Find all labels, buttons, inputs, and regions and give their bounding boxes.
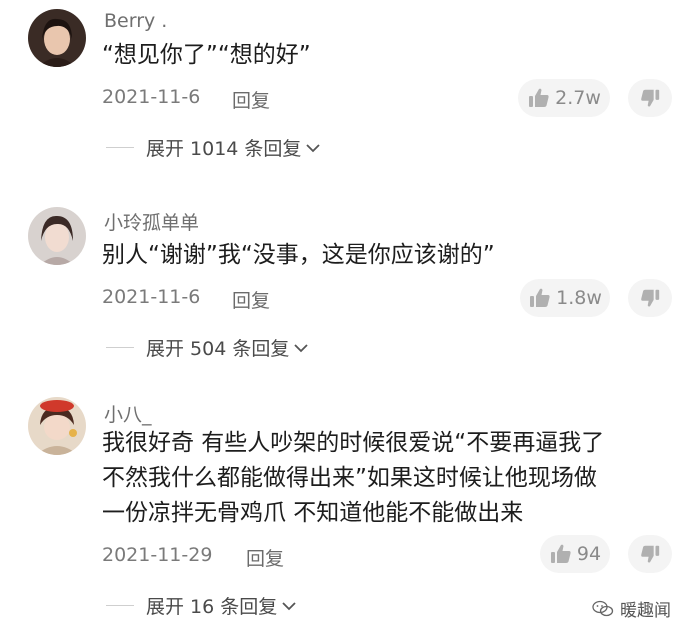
- expand-replies-label: 展开 16 条回复: [146, 596, 278, 618]
- thumbs-up-icon: [530, 288, 550, 307]
- avatar[interactable]: [28, 207, 86, 265]
- thumbs-down-icon: [641, 289, 660, 307]
- thumbs-down-icon: [641, 545, 660, 563]
- comment-date: 2021-11-6: [102, 286, 201, 308]
- dislike-button[interactable]: [628, 79, 672, 117]
- comment-text: 别人“谢谢”我“没事，这是你应该谢的”: [102, 238, 672, 273]
- expand-replies-button[interactable]: 展开 16 条回复: [106, 592, 297, 619]
- chevron-down-icon: [305, 137, 321, 159]
- chevron-down-icon: [293, 337, 309, 359]
- divider-line: [106, 605, 134, 606]
- username[interactable]: Berry .: [104, 10, 167, 32]
- expand-replies-button[interactable]: 展开 1014 条回复: [106, 134, 321, 161]
- avatar-image: [28, 397, 86, 455]
- thumbs-down-icon: [641, 89, 660, 107]
- chevron-down-icon: [281, 595, 297, 617]
- dislike-button[interactable]: [628, 535, 672, 573]
- avatar-image: [28, 207, 86, 265]
- like-count: 94: [576, 543, 602, 565]
- divider-line: [106, 347, 134, 348]
- wechat-icon: [592, 600, 614, 616]
- comment-line: 我很好奇 有些人吵架的时候很爱说“不要再逼我了: [102, 430, 605, 456]
- comment-text: “想见你了”“想的好”: [102, 38, 672, 73]
- comment-line: 不然我什么都能做得出来”如果这时候让他现场做: [102, 465, 597, 491]
- comment-date: 2021-11-6: [102, 86, 201, 108]
- avatar[interactable]: [28, 397, 86, 455]
- username[interactable]: 小八_: [104, 400, 152, 427]
- watermark: 暖趣闻: [592, 596, 671, 621]
- like-button[interactable]: 94: [540, 535, 610, 573]
- like-button[interactable]: 2.7w: [518, 79, 610, 117]
- comment-line: 别人“谢谢”我“没事，这是你应该谢的”: [102, 242, 495, 268]
- reply-button[interactable]: 回复: [232, 86, 270, 113]
- avatar-image: [28, 9, 86, 67]
- like-count: 1.8w: [556, 287, 602, 309]
- thumbs-up-icon: [550, 544, 571, 563]
- expand-replies-label: 展开 1014 条回复: [146, 138, 302, 160]
- comment-text: 我很好奇 有些人吵架的时候很爱说“不要再逼我了 不然我什么都能做得出来”如果这时…: [102, 426, 672, 531]
- username[interactable]: 小玲孤单单: [104, 208, 199, 235]
- divider-line: [106, 147, 134, 148]
- expand-replies-label: 展开 504 条回复: [146, 338, 290, 360]
- like-count: 2.7w: [555, 87, 601, 109]
- comment-line: 一份凉拌无骨鸡爪 不知道他能不能做出来: [102, 500, 524, 526]
- reply-button[interactable]: 回复: [246, 544, 284, 571]
- avatar[interactable]: [28, 9, 86, 67]
- watermark-text: 暖趣闻: [620, 601, 671, 621]
- dislike-button[interactable]: [628, 279, 672, 317]
- comment-date: 2021-11-29: [102, 544, 213, 566]
- comment-line: “想见你了”“想的好”: [102, 42, 311, 68]
- thumbs-up-icon: [529, 88, 549, 107]
- like-button[interactable]: 1.8w: [520, 279, 610, 317]
- reply-button[interactable]: 回复: [232, 286, 270, 313]
- expand-replies-button[interactable]: 展开 504 条回复: [106, 334, 309, 361]
